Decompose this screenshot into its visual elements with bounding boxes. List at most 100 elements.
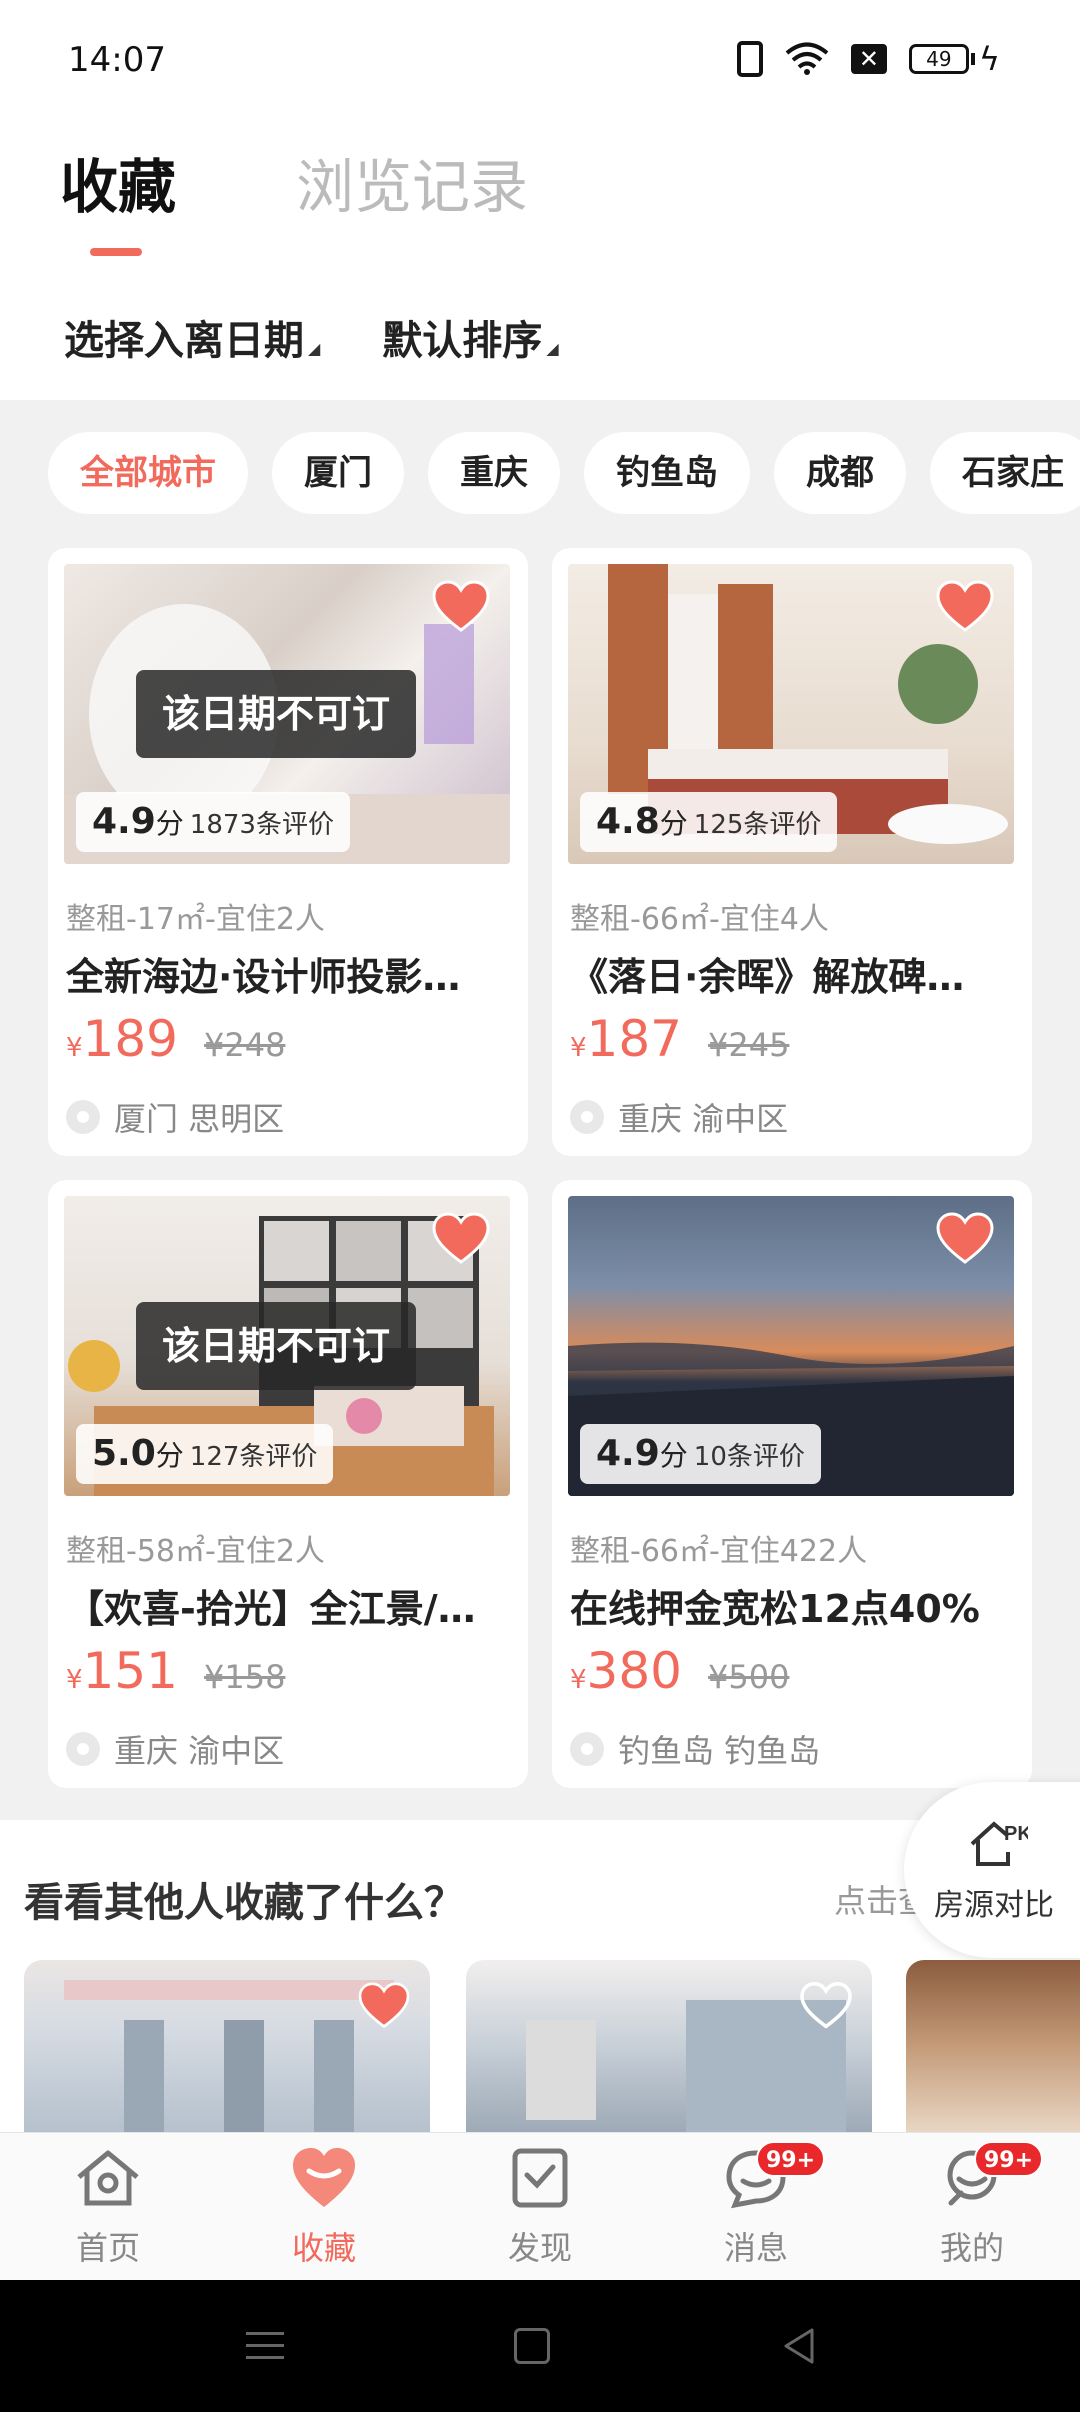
header-tabs: 收藏 浏览记录 xyxy=(60,140,528,224)
listing-card[interactable]: 4.9分 10条评价 整租-66㎡-宜住422人 在线押金宽松12点40% ¥38… xyxy=(552,1180,1032,1788)
currency-symbol: ¥ xyxy=(570,1033,587,1063)
rating-unit: 分 xyxy=(155,807,184,840)
date-filter[interactable]: 选择入离日期 ◢ xyxy=(64,308,320,366)
listing-location: 钓鱼岛 钓鱼岛 xyxy=(570,1726,820,1772)
nav-profile-label: 我的 xyxy=(939,2229,1004,2267)
listing-spec: 整租-66㎡-宜住422人 xyxy=(570,1534,868,1569)
review-count: 127条评价 xyxy=(189,1442,318,1472)
listing-name: 全新海边·设计师投影… xyxy=(66,955,461,999)
listing-location: 厦门 思明区 xyxy=(66,1094,284,1140)
city-chip[interactable]: 厦门 xyxy=(272,432,404,514)
nav-favorites-label: 收藏 xyxy=(291,2229,356,2267)
filter-bar: 选择入离日期 ◢ 默认排序 ◢ xyxy=(64,308,559,366)
active-tab-indicator xyxy=(90,248,142,256)
original-price: ¥248 xyxy=(203,1026,286,1064)
listing-price: 187 xyxy=(586,1010,682,1068)
rating-unit: 分 xyxy=(659,1439,688,1472)
location-text: 钓鱼岛 钓鱼岛 xyxy=(618,1732,821,1770)
recommendation-card[interactable] xyxy=(906,1960,1080,2132)
listing-card[interactable]: 该日期不可订 4.9分 1873条评价 整租-17㎡-宜住2人 全新海边·设计师投… xyxy=(48,548,528,1156)
nav-home[interactable]: 首页 xyxy=(0,2133,216,2280)
city-chip[interactable]: 钓鱼岛 xyxy=(584,432,750,514)
recommendations-title: 看看其他人收藏了什么？ xyxy=(24,1880,464,1926)
rating-badge: 4.9分 1873条评价 xyxy=(76,792,350,852)
tab-history[interactable]: 浏览记录 xyxy=(296,140,528,224)
date-filter-label: 选择入离日期 xyxy=(64,318,304,364)
vibrate-icon xyxy=(736,41,763,77)
wifi-icon xyxy=(785,42,829,75)
tab-favorites[interactable]: 收藏 xyxy=(60,140,176,224)
dropdown-icon: ◢ xyxy=(546,339,559,358)
compare-house-icon: PK xyxy=(970,1821,1028,1866)
listing-price: 151 xyxy=(82,1642,178,1700)
favorite-heart-icon[interactable] xyxy=(936,1212,994,1266)
rating-unit: 分 xyxy=(155,1439,184,1472)
nav-discover[interactable]: 发现 xyxy=(432,2133,648,2280)
profile-badge: 99+ xyxy=(974,2141,1044,2177)
listing-price: 380 xyxy=(586,1642,682,1700)
nav-favorites[interactable]: 收藏 xyxy=(216,2133,432,2280)
nav-profile[interactable]: 99+ 我的 xyxy=(864,2133,1080,2280)
price-row: ¥187 ¥245 xyxy=(570,1010,789,1068)
city-chip[interactable]: 石家庄 xyxy=(930,432,1080,514)
listing-name: 在线押金宽松12点40% xyxy=(570,1587,980,1631)
location-pin-icon xyxy=(570,1732,604,1766)
nav-home-label: 首页 xyxy=(75,2229,140,2267)
listing-photo: 该日期不可订 5.0分 127条评价 xyxy=(64,1196,510,1496)
nav-messages-label: 消息 xyxy=(723,2229,788,2267)
favorite-heart-icon[interactable] xyxy=(432,580,490,634)
rating-score: 4.9 xyxy=(596,1433,660,1474)
listing-card[interactable]: 该日期不可订 5.0分 127条评价 整租-58㎡-宜住2人 【欢喜-拾光】全江景… xyxy=(48,1180,528,1788)
listing-price: 189 xyxy=(82,1010,178,1068)
recommendation-card[interactable] xyxy=(466,1960,872,2132)
status-time: 14:07 xyxy=(68,40,166,80)
rating-badge: 5.0分 127条评价 xyxy=(76,1424,334,1484)
favorite-heart-icon[interactable] xyxy=(936,580,994,634)
system-nav-bar xyxy=(0,2280,1080,2412)
bottom-nav: 首页 收藏 发现 99+ 消息 99+ 我的 xyxy=(0,2132,1080,2280)
no-sim-icon: ✕ xyxy=(850,44,887,74)
system-back-icon[interactable] xyxy=(780,2326,820,2366)
currency-symbol: ¥ xyxy=(66,1665,83,1695)
location-pin-icon xyxy=(570,1100,604,1134)
favorite-heart-outline-icon[interactable] xyxy=(800,1982,852,2030)
nav-messages[interactable]: 99+ 消息 xyxy=(648,2133,864,2280)
rating-score: 5.0 xyxy=(92,1433,156,1474)
system-home-icon[interactable] xyxy=(514,2328,550,2364)
original-price: ¥500 xyxy=(707,1658,790,1696)
favorite-heart-icon[interactable] xyxy=(358,1982,410,2030)
city-chip[interactable]: 重庆 xyxy=(428,432,560,514)
city-chip[interactable]: 成都 xyxy=(774,432,906,514)
rating-badge: 4.9分 10条评价 xyxy=(580,1424,821,1484)
price-row: ¥189 ¥248 xyxy=(66,1010,285,1068)
original-price: ¥158 xyxy=(203,1658,286,1696)
listing-card[interactable]: 4.8分 125条评价 整租-66㎡-宜住4人 《落日·余晖》解放碑… ¥187 ¥… xyxy=(552,548,1032,1156)
sort-filter[interactable]: 默认排序 ◢ xyxy=(382,308,558,366)
listing-location: 重庆 渝中区 xyxy=(66,1726,284,1772)
home-icon xyxy=(77,2150,139,2206)
battery-level: 49 xyxy=(908,44,969,74)
city-chips: 全部城市 厦门 重庆 钓鱼岛 成都 石家庄 xyxy=(48,432,1080,514)
compare-label: 房源对比 xyxy=(934,1888,1054,1923)
review-count: 125条评价 xyxy=(693,810,822,840)
unavailable-badge: 该日期不可订 xyxy=(136,670,417,758)
discover-icon xyxy=(512,2148,568,2208)
status-icons: ✕ 49 ϟ xyxy=(736,40,1000,78)
status-bar: 14:07 ✕ 49 ϟ xyxy=(0,0,1080,120)
compare-button[interactable]: PK 房源对比 xyxy=(904,1782,1080,1958)
favorite-heart-icon[interactable] xyxy=(432,1212,490,1266)
review-count: 10条评价 xyxy=(693,1442,805,1472)
recent-apps-icon[interactable] xyxy=(246,2328,284,2364)
pk-badge: PK xyxy=(1004,1823,1028,1845)
rating-badge: 4.8分 125条评价 xyxy=(580,792,838,852)
heart-icon xyxy=(293,2148,355,2207)
listing-photo: 4.8分 125条评价 xyxy=(568,564,1014,864)
nav-discover-label: 发现 xyxy=(507,2229,572,2267)
rating-unit: 分 xyxy=(659,807,688,840)
unavailable-badge: 该日期不可订 xyxy=(136,1302,417,1390)
recommendation-card[interactable] xyxy=(24,1960,430,2132)
listing-photo: 4.9分 10条评价 xyxy=(568,1196,1014,1496)
city-chip-all[interactable]: 全部城市 xyxy=(48,432,248,514)
listing-spec: 整租-17㎡-宜住2人 xyxy=(66,902,325,937)
price-row: ¥380 ¥500 xyxy=(570,1642,789,1700)
